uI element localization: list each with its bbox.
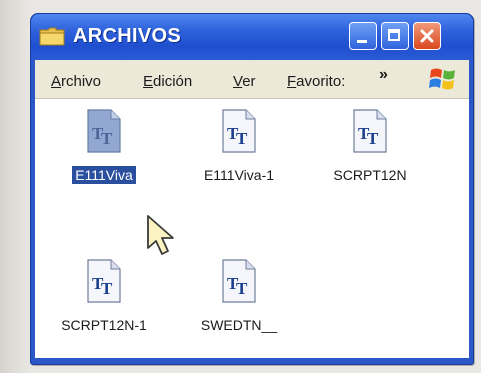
windows-logo-icon — [429, 68, 455, 90]
close-icon — [420, 29, 434, 43]
menu-favoritos[interactable]: Favorito: — [287, 73, 345, 90]
close-button[interactable] — [413, 22, 441, 50]
file-item[interactable]: T T SCRPT12N-1 — [49, 259, 159, 349]
svg-text:T: T — [101, 129, 113, 148]
photo-background — [0, 0, 30, 373]
file-area: T T E111Viva T T E111Viva-1 T T SCRPT12N — [35, 99, 469, 358]
arrow-cursor-icon — [147, 215, 174, 255]
truetype-font-file-icon: T T — [87, 109, 121, 153]
file-name: SCRPT12N-1 — [61, 317, 147, 333]
file-name: E111Viva — [49, 166, 159, 184]
file-name: E111Viva-1 — [203, 167, 275, 183]
svg-text:T: T — [236, 279, 248, 298]
title-bar[interactable]: ARCHIVOS — [31, 14, 473, 60]
file-name: SWEDTN__ — [200, 317, 278, 333]
menu-overflow-chevron[interactable]: » — [379, 66, 388, 84]
menu-archivo[interactable]: Archivo — [51, 73, 101, 90]
window-title: ARCHIVOS — [73, 25, 181, 47]
file-item[interactable]: T T E111Viva — [49, 109, 159, 199]
file-item[interactable]: T T SCRPT12N — [315, 109, 425, 199]
truetype-font-file-icon: T T — [222, 109, 256, 153]
file-name: SCRPT12N — [333, 167, 407, 183]
file-item[interactable]: T T SWEDTN__ — [184, 259, 294, 349]
truetype-font-file-icon: T T — [87, 259, 121, 303]
menu-edicion[interactable]: Edición — [143, 73, 192, 90]
menu-ver[interactable]: Ver — [233, 73, 256, 90]
folder-icon — [39, 27, 65, 46]
explorer-window: ARCHIVOS Archivo Edición Ver Favorito: » — [30, 13, 474, 365]
file-item[interactable]: T T E111Viva-1 — [184, 109, 294, 199]
minimize-button[interactable] — [349, 22, 377, 50]
svg-text:T: T — [236, 129, 248, 148]
svg-text:T: T — [101, 279, 113, 298]
truetype-font-file-icon: T T — [353, 109, 387, 153]
svg-text:T: T — [367, 129, 379, 148]
truetype-font-file-icon: T T — [222, 259, 256, 303]
menu-bar: Archivo Edición Ver Favorito: » — [35, 60, 469, 99]
maximize-button[interactable] — [381, 22, 409, 50]
